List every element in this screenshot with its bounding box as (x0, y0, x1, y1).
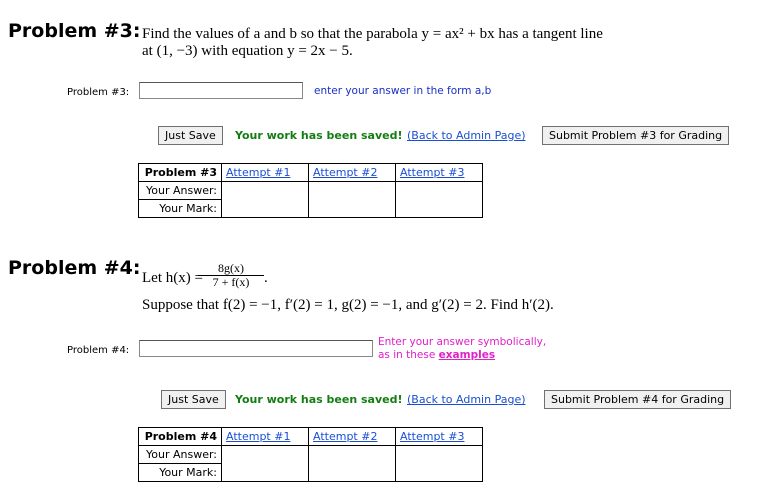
attempt-1-link-4[interactable]: Attempt #1 (221, 427, 309, 446)
problem-3-attempts-table: Problem #3 Attempt #1 Attempt #2 Attempt… (138, 163, 483, 218)
problem-4-field-label: Problem #4: (67, 345, 130, 356)
your-answer-label-3: Your Answer: (138, 181, 222, 200)
submit-problem-4-button[interactable]: Submit Problem #4 for Grading (544, 390, 732, 409)
attempt-2-cell-3 (308, 181, 396, 218)
just-save-button-4[interactable]: Just Save (161, 390, 226, 409)
attempt-3-cell-3 (395, 181, 483, 218)
attempt-2-cell-4 (308, 445, 396, 482)
problem-4-let: Let h(x) = (142, 270, 203, 286)
saved-message-4: Your work has been saved! (235, 393, 403, 406)
attempt-1-link-3[interactable]: Attempt #1 (221, 163, 309, 182)
problem-3-statement-line2: at (1, −3) with equation y = 2x − 5. (142, 43, 353, 59)
problem-3-answer-input[interactable] (139, 82, 303, 99)
problem-4-hint: Enter your answer symbolically, as in th… (378, 336, 546, 362)
hint-line-1: Enter your answer symbolically, (378, 336, 547, 348)
attempt-3-link-3[interactable]: Attempt #3 (395, 163, 483, 182)
hint-line-2: as in these examples (378, 349, 546, 362)
attempt-3-cell-4 (395, 445, 483, 482)
problem-4-attempts-table: Problem #4 Attempt #1 Attempt #2 Attempt… (138, 427, 483, 482)
your-mark-label-4: Your Mark: (138, 463, 222, 482)
fraction: 8g(x) 7 + f(x) (198, 262, 264, 289)
attempt-2-link-3[interactable]: Attempt #2 (308, 163, 396, 182)
submit-problem-3-button[interactable]: Submit Problem #3 for Grading (542, 126, 730, 145)
just-save-button-3[interactable]: Just Save (158, 126, 223, 145)
problem-4-title: Problem #4: (8, 257, 141, 279)
fraction-numerator: 8g(x) (198, 262, 264, 276)
table-header-problem-3: Problem #3 (138, 163, 222, 182)
saved-message-3: Your work has been saved! (235, 129, 403, 142)
problem-4-answer-input[interactable] (139, 340, 373, 357)
problem-3-field-label: Problem #3: (67, 87, 130, 98)
fraction-denominator: 7 + f(x) (212, 275, 250, 289)
problem-4-statement-line2: Suppose that f(2) = −1, f′(2) = 1, g(2) … (142, 297, 554, 313)
attempt-3-link-4[interactable]: Attempt #3 (395, 427, 483, 446)
problem-3-hint: enter your answer in the form a,b (314, 85, 492, 97)
problem-3-statement-line1: Find the values of a and b so that the p… (142, 26, 603, 42)
table-header-problem-4: Problem #4 (138, 427, 222, 446)
attempt-2-link-4[interactable]: Attempt #2 (308, 427, 396, 446)
back-to-admin-link-3[interactable]: (Back to Admin Page) (407, 129, 526, 142)
your-mark-label-3: Your Mark: (138, 199, 222, 218)
fraction-period: . (264, 270, 268, 286)
examples-link[interactable]: examples (439, 349, 495, 361)
your-answer-label-4: Your Answer: (138, 445, 222, 464)
problem-3-title: Problem #3: (8, 20, 141, 42)
hint-line-2-text: as in these (378, 349, 439, 361)
back-to-admin-link-4[interactable]: (Back to Admin Page) (407, 393, 526, 406)
attempt-1-cell-4 (221, 445, 309, 482)
attempt-1-cell-3 (221, 181, 309, 218)
